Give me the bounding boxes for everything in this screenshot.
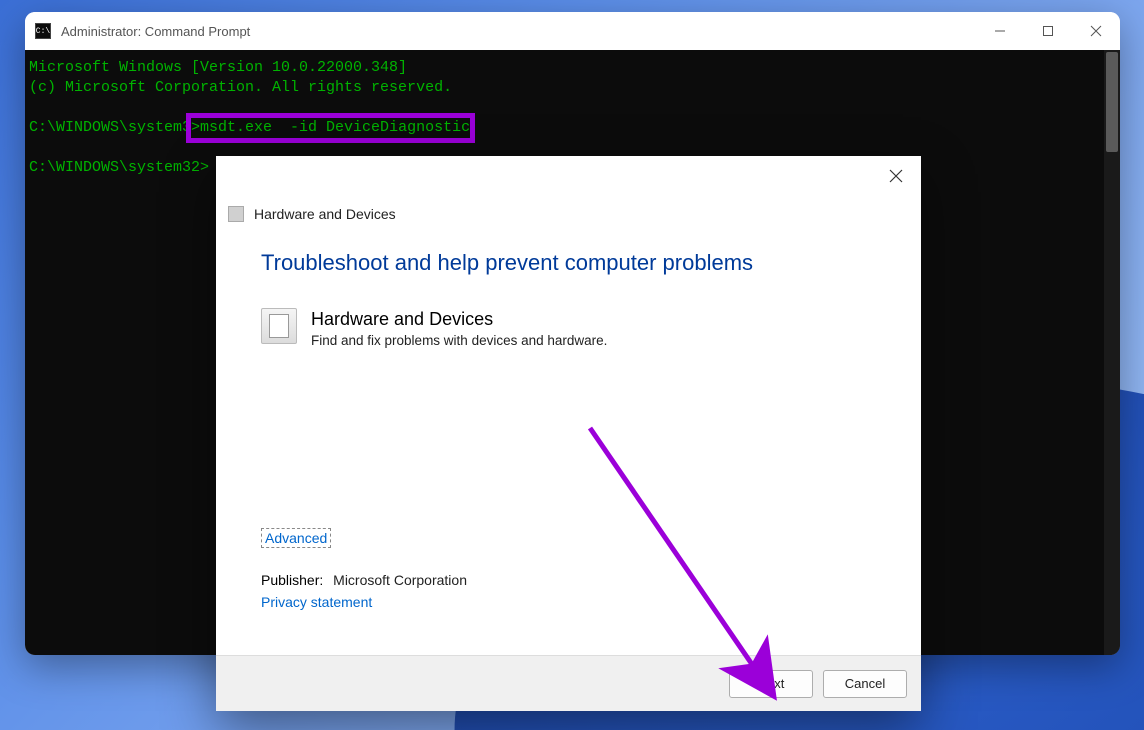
publisher-line: Publisher: Microsoft Corporation: [261, 572, 876, 588]
cmd-prompt-line: C:\WINDOWS\system3>msdt.exe -id DeviceDi…: [29, 118, 1120, 138]
cmd-output-line: Microsoft Windows [Version 10.0.22000.34…: [29, 58, 1120, 78]
cmd-typed-command-highlight: >msdt.exe -id DeviceDiagnostic: [191, 118, 470, 138]
cmd-app-icon: C:\: [35, 23, 51, 39]
dlg-heading: Troubleshoot and help prevent computer p…: [261, 250, 876, 276]
privacy-statement-link[interactable]: Privacy statement: [261, 594, 372, 610]
troubleshooter-item-text: Hardware and Devices Find and fix proble…: [311, 308, 607, 348]
hardware-devices-icon: [228, 206, 244, 222]
dlg-content: Troubleshoot and help prevent computer p…: [216, 250, 921, 655]
cmd-window-controls: [976, 12, 1120, 50]
maximize-button[interactable]: [1024, 12, 1072, 50]
troubleshooter-item: Hardware and Devices Find and fix proble…: [261, 308, 876, 348]
dlg-close-button[interactable]: [881, 161, 911, 191]
troubleshooter-item-title: Hardware and Devices: [311, 308, 607, 330]
cancel-button[interactable]: Cancel: [823, 670, 907, 698]
hardware-devices-large-icon: [261, 308, 297, 344]
next-button[interactable]: Next: [729, 670, 813, 698]
cmd-output-line: [29, 98, 1120, 118]
troubleshooter-item-desc: Find and fix problems with devices and h…: [311, 333, 607, 348]
cmd-output-line: (c) Microsoft Corporation. All rights re…: [29, 78, 1120, 98]
troubleshooter-dialog: Hardware and Devices Troubleshoot and he…: [216, 156, 921, 711]
cmd-window-title: Administrator: Command Prompt: [61, 24, 250, 39]
dlg-header: Hardware and Devices: [216, 196, 921, 250]
minimize-button[interactable]: [976, 12, 1024, 50]
dlg-titlebar[interactable]: [216, 156, 921, 196]
cmd-scrollbar[interactable]: [1104, 50, 1120, 655]
cmd-prompt-prefix: C:\WINDOWS\system3: [29, 119, 191, 136]
cmd-titlebar[interactable]: C:\ Administrator: Command Prompt: [25, 12, 1120, 50]
next-button-rest: ext: [767, 676, 784, 691]
publisher-value: Microsoft Corporation: [333, 572, 467, 588]
close-button[interactable]: [1072, 12, 1120, 50]
next-button-accelerator: N: [758, 676, 767, 691]
publisher-label: Publisher:: [261, 572, 323, 588]
cmd-scrollbar-thumb[interactable]: [1106, 52, 1118, 152]
dlg-header-text: Hardware and Devices: [254, 206, 396, 222]
advanced-link[interactable]: Advanced: [261, 528, 331, 548]
cmd-output-line: [29, 138, 1120, 158]
dlg-footer: Next Cancel: [216, 655, 921, 711]
